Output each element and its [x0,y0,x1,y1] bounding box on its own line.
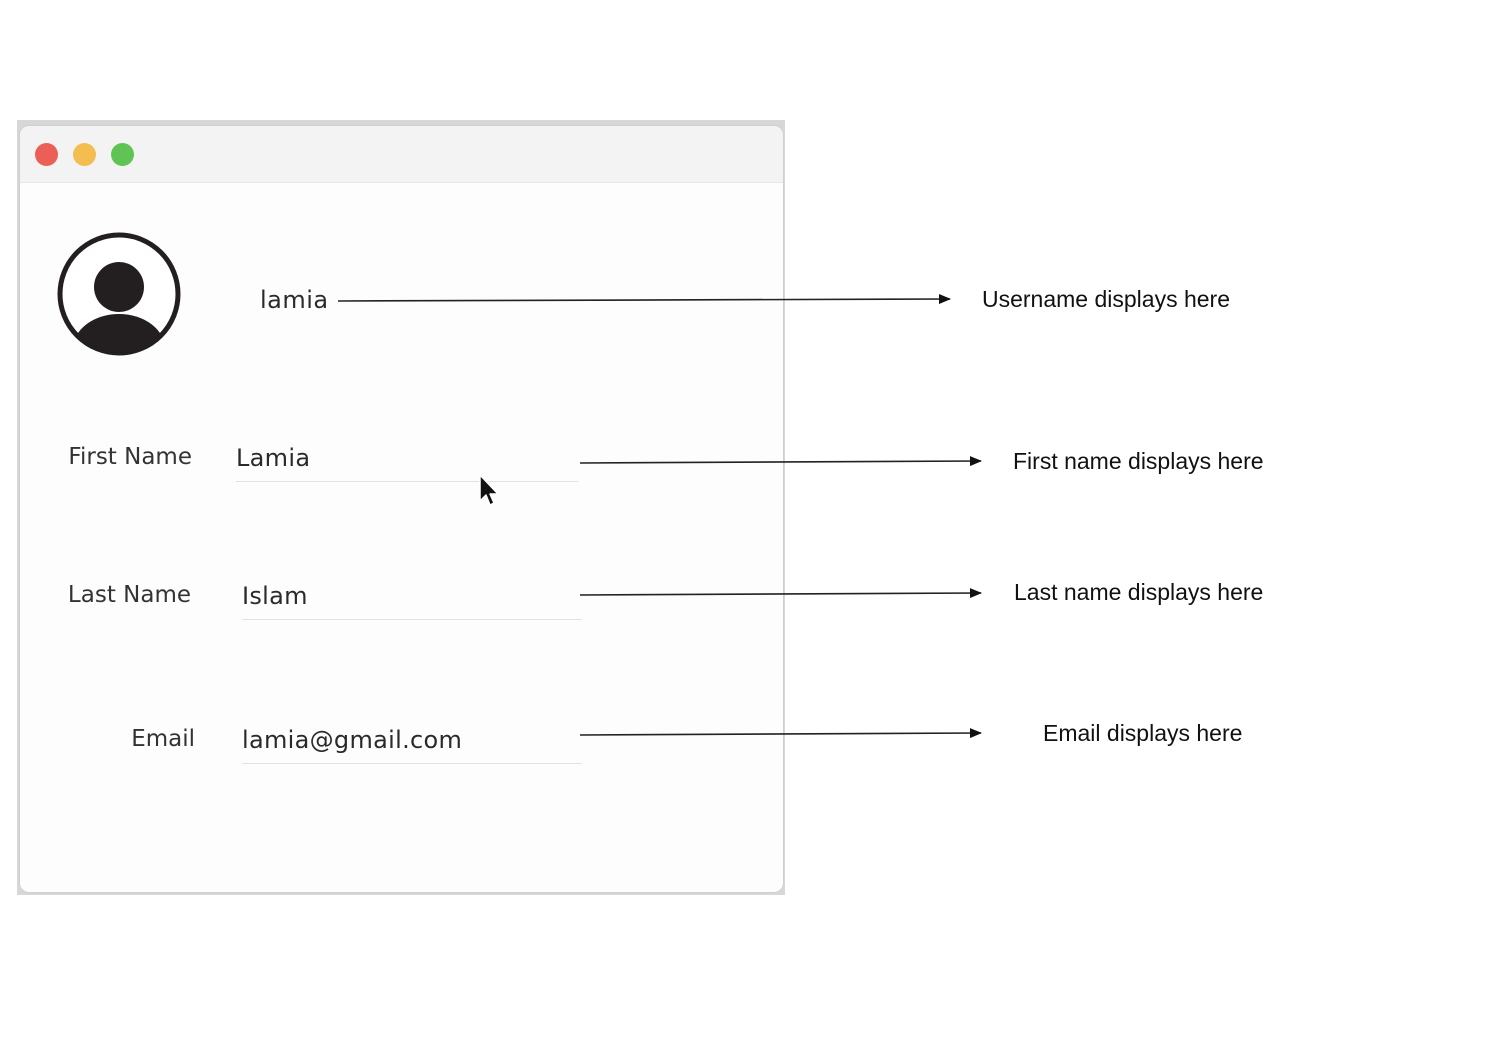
first-name-label: First Name [68,444,192,470]
last-name-annotation: Last name displays here [1014,579,1264,605]
user-circle-icon [56,231,182,357]
last-name-label: Last Name [67,582,191,608]
email-annotation: Email displays here [1043,720,1243,746]
email-field[interactable]: lamia@gmail.com [242,724,582,764]
last-name-field[interactable]: Islam [242,580,582,620]
window-titlebar[interactable] [20,126,783,183]
username-annotation: Username displays here [982,286,1231,312]
first-name-annotation: First name displays here [1013,448,1264,474]
minimize-window-button[interactable] [73,143,96,166]
first-name-field[interactable]: Lamia [236,442,578,482]
screenshot-stage: lamia First Name Lamia Last Name Islam E… [0,0,1488,1048]
email-label: Email [131,726,195,752]
mouse-pointer-icon [478,474,502,510]
close-window-button[interactable] [35,143,58,166]
zoom-window-button[interactable] [111,143,134,166]
profile-window: lamia First Name Lamia Last Name Islam E… [19,125,784,893]
username-label: lamia [260,286,329,314]
